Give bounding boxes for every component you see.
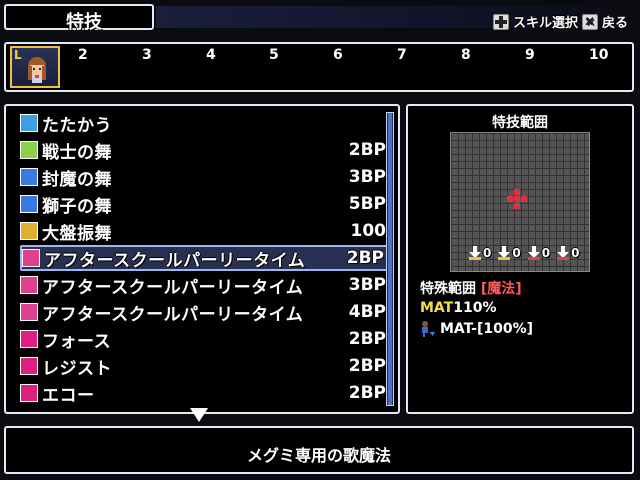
skill-row[interactable]: 大盤振舞 100 (20, 218, 392, 244)
skill-name: アフタースクールパーリータイム (44, 250, 306, 271)
skill-cost: 3BP (348, 275, 386, 295)
dpad-icon (492, 13, 509, 30)
square-icon (20, 168, 38, 186)
mat-debuff-value: MAT-[100%] (440, 321, 534, 337)
range-counter: 0 (497, 246, 521, 260)
mat-debuff: MAT-[100%] (420, 320, 533, 338)
party-slot-1[interactable]: L (10, 46, 60, 88)
skill-name: 封魔の舞 (42, 169, 112, 190)
sword-icon (20, 114, 38, 132)
skill-row[interactable]: エコー 2BP (20, 380, 392, 406)
skill-name: アフタースクールパーリータイム (42, 277, 304, 298)
party-slot-5[interactable]: 5 (269, 47, 279, 63)
range-counter-value: 0 (571, 246, 580, 260)
skill-cost: 2BP (348, 140, 386, 160)
arrow-down-icon (469, 246, 481, 260)
range-counter-value: 0 (512, 246, 521, 260)
range-cell (514, 189, 520, 195)
range-counter: 0 (468, 246, 491, 260)
mat-label: MAT (420, 300, 454, 316)
title-panel: 特技 (4, 4, 154, 33)
skill-name: フォース (42, 331, 112, 352)
page-title: 特技 (66, 12, 102, 33)
voice-icon (20, 357, 38, 375)
voice-icon (20, 384, 38, 402)
skill-row[interactable]: 封魔の舞 3BP (20, 164, 392, 190)
skill-range-panel: 特技範囲 0 0 0 0 特殊範囲 [魔法] MAT110% MAT-[100%] (406, 104, 634, 414)
range-cell (514, 203, 520, 209)
skill-row[interactable]: フォース 2BP (20, 326, 392, 352)
skill-name: たたかう (42, 115, 112, 136)
scroll-down-arrow-icon[interactable] (190, 408, 208, 422)
range-cell (507, 196, 513, 202)
skill-row[interactable]: 戦士の舞 2BP (20, 137, 392, 163)
skill-row[interactable]: アフタースクールパーリータイム 3BP (20, 272, 392, 298)
special-range-label: 特殊範囲 (420, 281, 476, 297)
skill-description: メグミ専用の歌魔法 (246, 446, 391, 465)
skill-cost: 100 (350, 221, 387, 241)
character-portrait-icon (28, 57, 46, 83)
skill-name: 獅子の舞 (42, 196, 112, 217)
arrow-down-icon (498, 246, 511, 260)
skill-cost: 5BP (348, 194, 386, 214)
plus-icon (20, 141, 38, 159)
debuff-figure-icon (422, 321, 435, 337)
voice-icon (20, 330, 38, 348)
range-title: 特技範囲 (492, 115, 548, 131)
skill-name: 戦士の舞 (42, 142, 112, 163)
skill-cost: 2BP (346, 248, 384, 268)
skill-row[interactable]: 獅子の舞 5BP (20, 191, 392, 217)
skill-cost: 3BP (348, 167, 386, 187)
leader-marker: L (14, 48, 22, 62)
skill-name: 大盤振舞 (42, 223, 112, 244)
mat-stat: MAT110% (420, 300, 497, 316)
range-cell (514, 196, 520, 202)
dice-icon (20, 222, 38, 240)
range-counter-value: 0 (483, 246, 492, 260)
controls-hint: スキル選択 ✕ 戻る (492, 12, 628, 31)
party-slot-4[interactable]: 4 (206, 47, 216, 63)
music-note-icon (22, 249, 40, 267)
special-range: 特殊範囲 [魔法] (420, 278, 522, 298)
skill-cost: 2BP (348, 329, 386, 349)
skill-cost: 4BP (348, 302, 386, 322)
range-counters: 0 0 0 0 (468, 246, 579, 260)
special-range-tag: [魔法] (480, 281, 522, 297)
music-plus2-icon (20, 303, 38, 321)
party-strip: L 2 3 4 5 6 7 8 9 10 (4, 42, 634, 92)
skill-select-hint: スキル選択 (512, 16, 578, 31)
x-button-icon[interactable]: ✕ (581, 13, 598, 30)
range-counter: 0 (527, 246, 550, 260)
skill-row[interactable]: アフタースクールパーリータイム 2BP (20, 245, 392, 271)
mat-value: 110% (453, 300, 497, 316)
party-slot-9[interactable]: 9 (525, 47, 535, 63)
party-slot-6[interactable]: 6 (333, 47, 343, 63)
party-slot-3[interactable]: 3 (142, 47, 152, 63)
skill-cost: 2BP (348, 356, 386, 376)
description-panel: メグミ専用の歌魔法 (4, 426, 634, 474)
skill-name: エコー (42, 385, 95, 406)
skill-row[interactable]: アフタースクールパーリータイム 4BP (20, 299, 392, 325)
party-slot-7[interactable]: 7 (397, 47, 407, 63)
music-plus1-icon (20, 276, 38, 294)
party-slot-2[interactable]: 2 (78, 47, 88, 63)
skill-name: アフタースクールパーリータイム (42, 304, 304, 325)
square-icon (20, 195, 38, 213)
header-bar: スキル選択 ✕ 戻る (156, 6, 636, 31)
skill-list: たたかう戦士の舞 2BP 封魔の舞 3BP 獅子の舞 5BP 大盤振舞 100 アフタースクール… (4, 104, 400, 414)
range-cell (521, 196, 527, 202)
scrollbar[interactable] (386, 112, 394, 406)
party-slot-8[interactable]: 8 (461, 47, 471, 63)
range-counter-value: 0 (541, 246, 551, 260)
skill-row[interactable]: レジスト 2BP (20, 353, 392, 379)
range-counter: 0 (556, 246, 579, 260)
skill-cost: 2BP (348, 383, 386, 403)
skill-row[interactable]: たたかう (20, 110, 392, 136)
arrow-down-icon (557, 246, 570, 260)
back-hint[interactable]: 戻る (602, 12, 628, 31)
party-slot-10[interactable]: 10 (589, 47, 608, 63)
skill-name: レジスト (42, 358, 112, 379)
arrow-down-icon (527, 246, 540, 260)
